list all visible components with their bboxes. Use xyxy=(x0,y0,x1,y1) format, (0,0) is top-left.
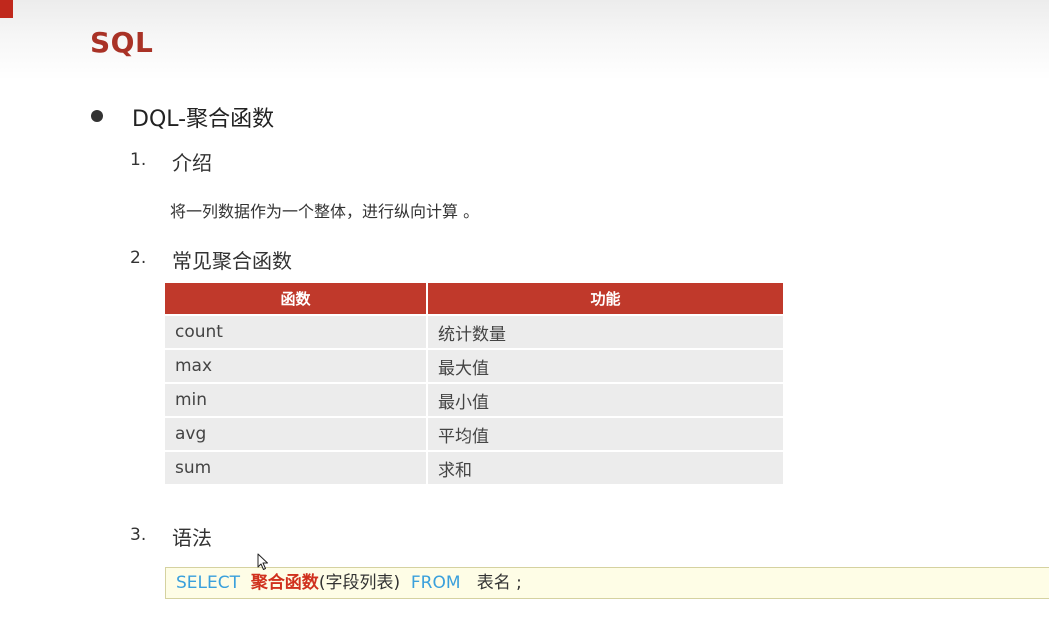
header-purpose: 功能 xyxy=(427,283,783,315)
item-number-3: 3. xyxy=(130,525,147,545)
function-purpose-cell: 求和 xyxy=(427,450,783,484)
aggregate-functions-table: 函数 功能 count 统计数量 max 最大值 min 最小值 avg 平均值… xyxy=(165,283,783,484)
item-label-syntax: 语法 xyxy=(172,526,212,550)
function-name-cell: min xyxy=(165,382,428,417)
title-band xyxy=(0,0,1049,80)
function-name-cell: sum xyxy=(165,450,428,484)
function-purpose-cell: 统计数量 xyxy=(427,314,783,349)
function-purpose-cell: 平均值 xyxy=(427,416,783,451)
table-row: avg 平均值 xyxy=(165,416,783,451)
from-keyword: FROM xyxy=(410,573,461,593)
function-name-cell: count xyxy=(165,314,428,349)
field-list-placeholder: (字段列表) xyxy=(318,573,401,593)
aggregate-function-placeholder: 聚合函数 xyxy=(250,573,319,593)
item-label-functions: 常见聚合函数 xyxy=(172,249,292,273)
item-number-2: 2. xyxy=(130,248,147,268)
table-row: sum 求和 xyxy=(165,450,783,484)
slide-title: SQL xyxy=(90,26,154,59)
function-name-cell: avg xyxy=(165,416,428,451)
item-number-1: 1. xyxy=(130,150,147,170)
item-label-intro: 介绍 xyxy=(172,151,212,175)
table-row: count 统计数量 xyxy=(165,314,783,349)
syntax-code-box: SELECT 聚合函数(字段列表) FROM 表名 ; xyxy=(165,567,1049,599)
intro-description: 将一列数据作为一个整体，进行纵向计算 。 xyxy=(170,202,480,221)
mouse-cursor-icon xyxy=(257,553,268,570)
select-keyword: SELECT xyxy=(176,573,240,593)
function-purpose-cell: 最小值 xyxy=(427,382,783,417)
table-row: min 最小值 xyxy=(165,382,783,417)
table-row: max 最大值 xyxy=(165,348,783,383)
table-name-placeholder: 表名 ; xyxy=(476,573,522,593)
function-purpose-cell: 最大值 xyxy=(427,348,783,383)
header-function: 函数 xyxy=(165,283,428,315)
bullet-dot-icon xyxy=(91,110,103,122)
function-name-cell: max xyxy=(165,348,428,383)
table-header-row: 函数 功能 xyxy=(165,283,783,315)
section-heading: DQL-聚合函数 xyxy=(132,107,275,132)
corner-accent xyxy=(0,0,13,18)
